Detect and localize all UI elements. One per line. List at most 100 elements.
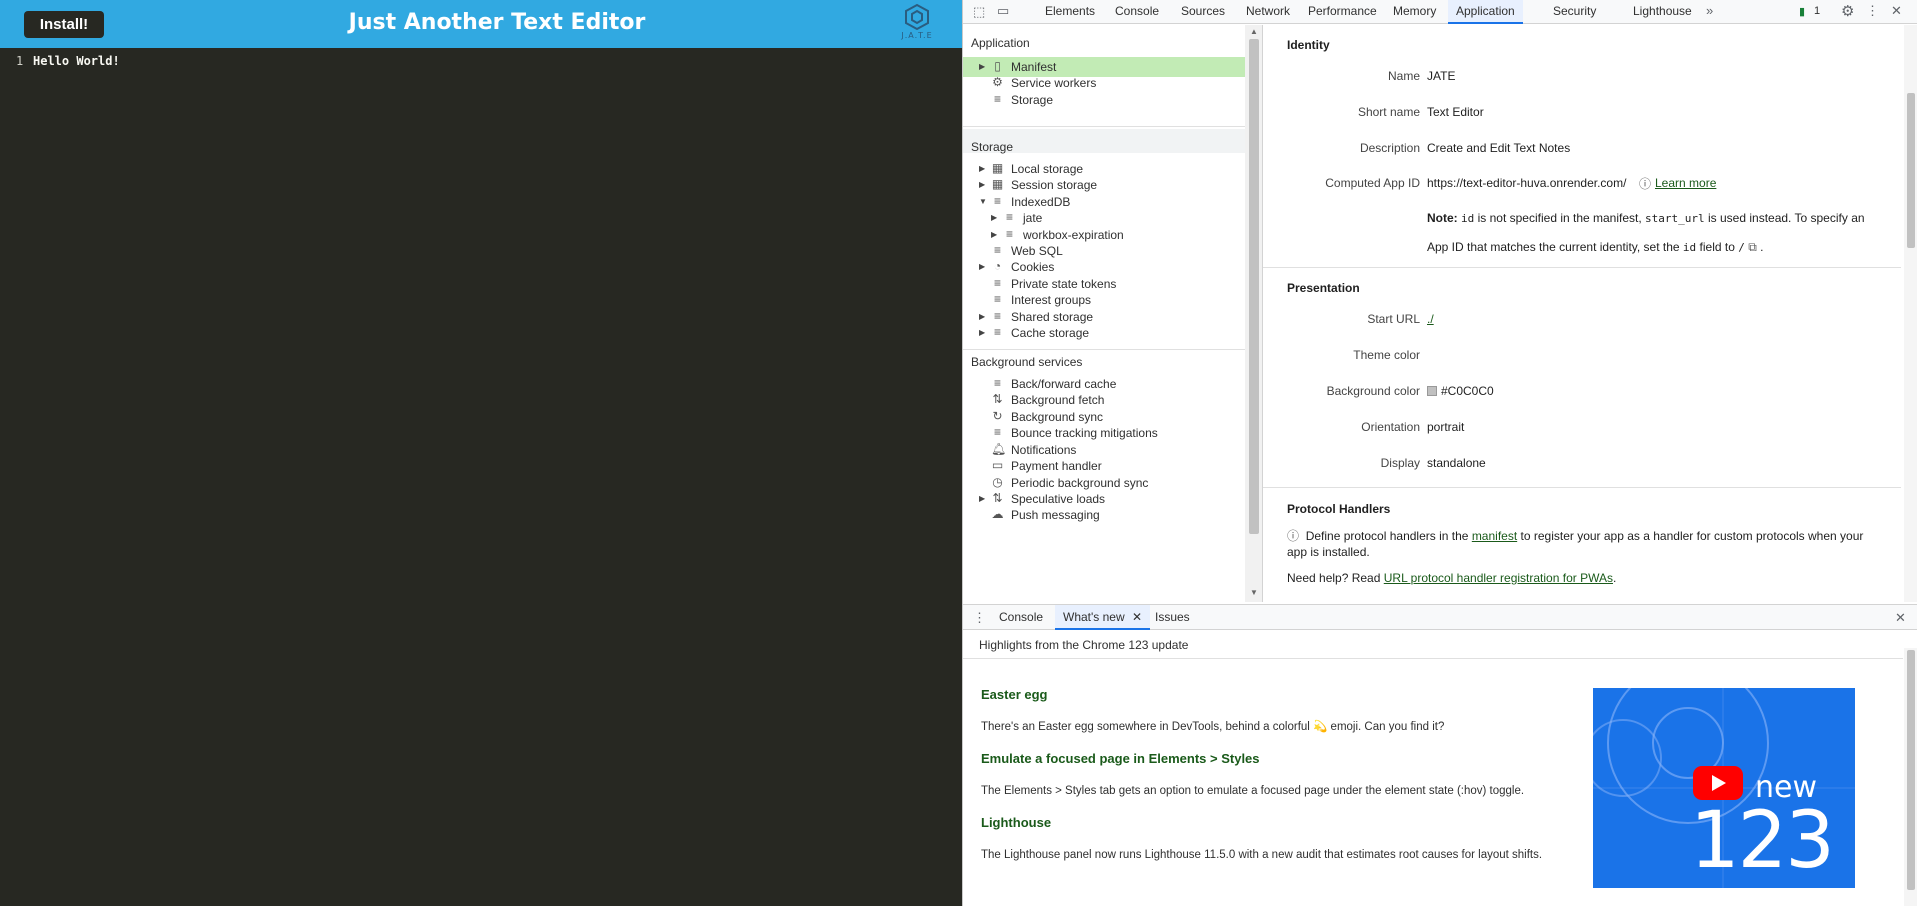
expand-arrow-icon[interactable]: ▶	[979, 323, 985, 343]
close-drawer-icon[interactable]: ✕	[1895, 610, 1906, 626]
devtools-panel: ⬚ ▭ Elements Console Sources Network Per…	[962, 0, 1917, 906]
divider	[1263, 487, 1901, 488]
application-sidebar: Application ▶ ▯ Manifest ⚙ Service worke…	[963, 25, 1263, 602]
devtools-tab-bar: ⬚ ▭ Elements Console Sources Network Per…	[963, 0, 1917, 24]
tab-network[interactable]: Network	[1246, 0, 1290, 24]
whats-new-item-title[interactable]: Lighthouse	[981, 815, 1051, 830]
url-protocol-link[interactable]: URL protocol handler registration for PW…	[1384, 571, 1613, 585]
database-icon: ≡	[993, 325, 1001, 339]
sidebar-item-push-messaging[interactable]: ☁ Push messaging	[963, 505, 1245, 525]
help-end: .	[1612, 571, 1617, 585]
start-url-link[interactable]: ./	[1427, 312, 1434, 326]
orientation-value: portrait	[1427, 420, 1465, 434]
whats-new-item-body: The Lighthouse panel now runs Lighthouse…	[981, 849, 1543, 861]
description-label: Description	[1359, 141, 1420, 155]
note-text-2: is used instead. To specify	[1708, 211, 1848, 225]
note-slash-code: /	[1738, 241, 1745, 254]
database-icon: ≡	[993, 309, 1001, 323]
up-down-arrows-icon: ⇅	[992, 491, 1003, 505]
bg-color-value: #C0C0C0	[1441, 384, 1494, 398]
sidebar-scrollbar[interactable]: ▲ ▼	[1245, 25, 1262, 602]
app-id-note: Note: id is not specified in the manifes…	[1427, 211, 1865, 254]
sidebar-item-storage[interactable]: ≡ Storage	[963, 90, 1245, 110]
whats-new-item-body: There's an Easter egg somewhere in DevTo…	[981, 721, 1445, 733]
tab-lighthouse[interactable]: Lighthouse	[1633, 0, 1692, 24]
theme-color-label: Theme color	[1353, 348, 1420, 362]
divider	[963, 349, 1245, 350]
close-tab-icon[interactable]: ✕	[1132, 610, 1142, 624]
divider	[963, 126, 1245, 127]
messages-count: 1	[1814, 5, 1821, 17]
note-start-url-code: start_url	[1645, 212, 1705, 225]
document-icon: ▯	[994, 59, 1001, 73]
info-icon: ⓘ	[1287, 529, 1300, 543]
protocol-text-1: Define protocol handlers in the	[1305, 529, 1469, 543]
note-id-code: id	[1461, 212, 1475, 225]
help-text: Need help? Read	[1287, 571, 1381, 585]
more-tabs-icon[interactable]: »	[1706, 3, 1713, 18]
protocol-info: ⓘ Define protocol handlers in the manife…	[1287, 528, 1867, 560]
drawer-tab-whats-new[interactable]: What's new ✕	[1055, 605, 1151, 630]
sidebar-section-storage: Storage	[971, 140, 1014, 154]
inspect-element-icon[interactable]: ⬚	[973, 4, 985, 20]
database-icon: ≡	[993, 425, 1001, 439]
bell-icon: 🔔︎	[991, 442, 1007, 456]
up-down-arrows-icon: ⇅	[992, 392, 1003, 406]
scroll-down-arrow-icon[interactable]: ▼	[1250, 588, 1258, 597]
logo-icon	[905, 3, 929, 31]
main-scrollbar[interactable]	[1904, 25, 1917, 602]
clock-icon: ◷	[992, 475, 1003, 489]
scrollbar-thumb[interactable]	[1249, 39, 1259, 534]
short-name-label: Short name	[1357, 105, 1420, 119]
display-value: standalone	[1427, 456, 1486, 470]
sidebar-item-cache-storage[interactable]: ▶ ≡ Cache storage	[963, 323, 1245, 343]
scrollbar-thumb[interactable]	[1907, 93, 1915, 248]
tab-sources[interactable]: Sources	[1181, 0, 1225, 24]
whats-new-item-title[interactable]: Easter egg	[981, 687, 1047, 702]
tab-memory[interactable]: Memory	[1393, 0, 1436, 24]
tab-elements[interactable]: Elements	[1045, 0, 1095, 24]
description-value: Create and Edit Text Notes	[1427, 141, 1571, 155]
learn-more-link[interactable]: Learn more	[1655, 176, 1716, 190]
database-icon: ≡	[993, 276, 1001, 290]
manifest-pane: Identity Name JATE Short name Text Edito…	[1263, 25, 1917, 602]
app-id-value: https://text-editor-huva.onrender.com/	[1427, 176, 1627, 190]
orientation-label: Orientation	[1361, 420, 1420, 434]
jate-app: Install! Just Another Text Editor J.A.T.…	[0, 0, 962, 906]
cookie-icon: ◔	[993, 259, 1002, 273]
start-url-label: Start URL	[1367, 312, 1420, 326]
database-icon: ≡	[993, 243, 1001, 257]
color-swatch	[1427, 386, 1437, 396]
name-value: JATE	[1427, 69, 1456, 83]
copy-icon[interactable]: ⧉	[1748, 240, 1757, 254]
editor-line[interactable]: Hello World!	[33, 54, 120, 68]
drawer-tab-issues[interactable]: Issues	[1155, 605, 1190, 630]
code-editor[interactable]: 1 Hello World!	[0, 48, 962, 906]
device-toolbar-icon[interactable]: ▭	[997, 3, 1009, 19]
scrollbar-thumb[interactable]	[1907, 650, 1915, 890]
tab-performance[interactable]: Performance	[1308, 0, 1377, 24]
video-thumbnail[interactable]: new 123	[1593, 688, 1855, 888]
divider	[1263, 267, 1901, 268]
manifest-link[interactable]: manifest	[1472, 529, 1517, 543]
drawer-menu-icon[interactable]: ⋮	[973, 610, 986, 626]
tab-security[interactable]: Security	[1553, 0, 1596, 24]
drawer-scrollbar[interactable]	[1904, 648, 1917, 906]
scroll-up-arrow-icon[interactable]: ▲	[1250, 27, 1258, 36]
sync-icon: ↻	[992, 409, 1003, 423]
sidebar-section-application: Application	[971, 36, 1030, 50]
settings-gear-icon[interactable]: ⚙	[1841, 2, 1854, 20]
close-devtools-icon[interactable]: ✕	[1891, 3, 1902, 19]
tab-console[interactable]: Console	[1115, 0, 1159, 24]
youtube-play-icon[interactable]	[1693, 766, 1743, 800]
database-icon: ≡	[993, 92, 1001, 106]
messages-icon[interactable]: ▮	[1799, 5, 1805, 18]
database-icon: ≡	[993, 376, 1001, 390]
drawer-tab-console[interactable]: Console	[999, 605, 1043, 630]
more-options-icon[interactable]: ⋮	[1866, 3, 1879, 19]
logo-text: J.A.T.E	[901, 31, 933, 40]
whats-new-item-title[interactable]: Emulate a focused page in Elements > Sty…	[981, 751, 1260, 766]
gears-icon: ⚙	[992, 75, 1003, 89]
tab-application[interactable]: Application	[1448, 0, 1523, 24]
note-label: Note:	[1427, 211, 1458, 225]
